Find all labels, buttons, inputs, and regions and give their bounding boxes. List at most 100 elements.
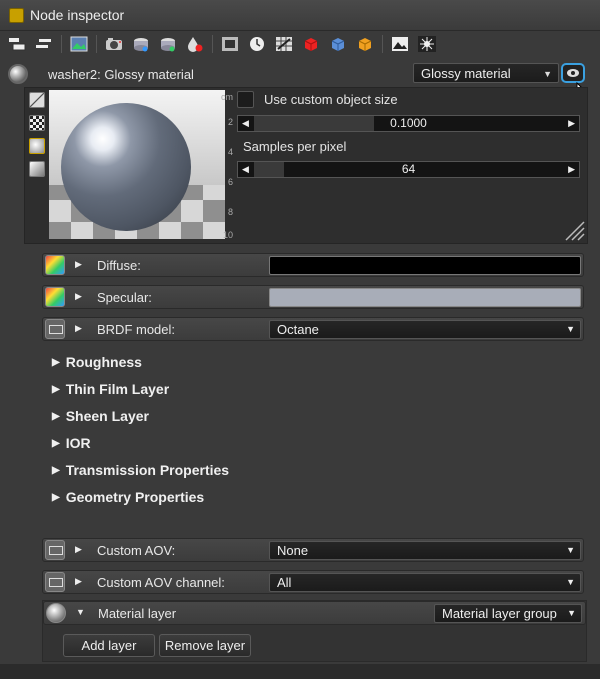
camera-icon[interactable] xyxy=(104,34,124,54)
paint-drop-icon[interactable] xyxy=(185,34,205,54)
specular-color-swatch[interactable] xyxy=(269,288,581,307)
expand-triangle-icon[interactable]: ▶ xyxy=(75,544,82,555)
brdf-label: BRDF model: xyxy=(97,322,176,337)
brdf-row: ▶ BRDF model: Octane ▼ xyxy=(42,317,584,341)
increment-arrow-icon[interactable]: ▶ xyxy=(568,162,575,177)
material-preview-image xyxy=(49,90,225,239)
diffuse-color-swatch[interactable] xyxy=(269,256,581,275)
increment-arrow-icon[interactable]: ▶ xyxy=(568,116,575,131)
decrement-arrow-icon[interactable]: ◀ xyxy=(242,162,249,177)
section-sheen-layer[interactable]: ▶ Sheen Layer xyxy=(52,408,149,424)
diffuse-label: Diffuse: xyxy=(97,258,141,273)
custom-aov-channel-select[interactable]: All ▼ xyxy=(269,573,581,592)
section-ior[interactable]: ▶ IOR xyxy=(52,435,91,451)
ruler-tick: 4 xyxy=(227,147,233,157)
custom-aov-select[interactable]: None ▼ xyxy=(269,541,581,560)
blue-cube-icon[interactable] xyxy=(328,34,348,54)
resize-grip-icon[interactable] xyxy=(563,219,585,241)
expand-triangle-icon: ▶ xyxy=(52,410,60,422)
ruler-tick: 10 xyxy=(222,230,233,240)
window-bottom-edge xyxy=(0,664,600,679)
checker-shape-icon[interactable] xyxy=(29,115,45,131)
section-transmission-properties[interactable]: ▶ Transmission Properties xyxy=(52,462,229,478)
custom-aov-channel-label: Custom AOV channel: xyxy=(97,575,225,590)
toolbar-divider xyxy=(382,35,383,53)
custom-aov-channel-value: All xyxy=(277,575,292,590)
remove-layer-button[interactable]: Remove layer xyxy=(159,634,251,657)
samples-label: Samples per pixel xyxy=(243,139,347,154)
custom-aov-value: None xyxy=(277,543,309,558)
section-thin-film-layer[interactable]: ▶ Thin Film Layer xyxy=(52,381,169,397)
frame-icon[interactable] xyxy=(220,34,240,54)
eye-icon xyxy=(567,69,579,77)
custom-size-checkbox[interactable] xyxy=(237,91,254,108)
expand-triangle-icon: ▶ xyxy=(52,437,60,449)
material-layer-label: Material layer xyxy=(98,606,177,621)
samples-slider[interactable]: ◀ 64 ▶ xyxy=(237,161,580,178)
expand-triangle-icon[interactable]: ▶ xyxy=(75,576,82,587)
clock-icon[interactable] xyxy=(247,34,267,54)
toolbar-divider xyxy=(96,35,97,53)
section-geometry-properties[interactable]: ▶ Geometry Properties xyxy=(52,489,204,505)
decrement-arrow-icon[interactable]: ◀ xyxy=(242,116,249,131)
picture-icon[interactable] xyxy=(390,34,410,54)
texture-pin-icon[interactable] xyxy=(45,255,65,275)
add-layer-button[interactable]: Add layer xyxy=(63,634,155,657)
ruler-tick: 2 xyxy=(227,117,233,127)
collapse-icon[interactable] xyxy=(7,34,27,54)
enum-pin-icon[interactable] xyxy=(45,319,65,339)
sparkle-icon[interactable] xyxy=(417,34,437,54)
material-ball-icon[interactable] xyxy=(8,64,28,84)
node-title: washer2: Glossy material xyxy=(48,66,194,82)
plane-shape-icon[interactable] xyxy=(29,92,45,108)
expand-icon[interactable] xyxy=(34,34,54,54)
grid-icon[interactable] xyxy=(274,34,294,54)
brdf-select[interactable]: Octane ▼ xyxy=(269,320,581,339)
material-layer-row: ▼ Material layer Material layer group ▼ xyxy=(43,601,586,625)
custom-size-slider[interactable]: ◀ 0.1000 ▶ xyxy=(237,115,580,132)
material-type-select[interactable]: Glossy material ▼ xyxy=(413,63,559,83)
disc-stack-icon[interactable] xyxy=(131,34,151,54)
enum-pin-icon[interactable] xyxy=(45,572,65,592)
expand-triangle-icon[interactable]: ▶ xyxy=(75,259,82,270)
toolbar-divider xyxy=(61,35,62,53)
enum-pin-icon[interactable] xyxy=(45,540,65,560)
window-titlebar: Node inspector xyxy=(0,0,600,31)
diffuse-row: ▶ Diffuse: xyxy=(42,253,584,277)
node-inspector-icon xyxy=(9,7,24,23)
orange-cube-icon[interactable] xyxy=(355,34,375,54)
expand-triangle-icon: ▶ xyxy=(52,383,60,395)
expand-triangle-icon: ▶ xyxy=(52,491,60,503)
expand-triangle-icon[interactable]: ▶ xyxy=(75,323,82,334)
size-ruler: cm 2 4 6 8 10 xyxy=(215,90,233,240)
expand-triangle-icon[interactable]: ▶ xyxy=(75,291,82,302)
section-label: Geometry Properties xyxy=(65,489,205,505)
expand-triangle-icon: ▶ xyxy=(52,356,60,368)
chevron-down-icon: ▼ xyxy=(566,324,575,334)
material-preview-panel: cm 2 4 6 8 10 Use custom object size ◀ 0… xyxy=(24,87,588,244)
custom-size-row: Use custom object size xyxy=(237,91,398,108)
material-layer-pin-icon[interactable] xyxy=(46,603,66,623)
red-cube-icon[interactable] xyxy=(301,34,321,54)
section-label: Roughness xyxy=(65,354,142,370)
expand-triangle-icon: ▶ xyxy=(52,464,60,476)
disc-stack-alt-icon[interactable] xyxy=(158,34,178,54)
material-layer-select[interactable]: Material layer group ▼ xyxy=(434,604,582,623)
collapse-triangle-icon[interactable]: ▼ xyxy=(76,607,85,617)
section-roughness[interactable]: ▶ Roughness xyxy=(52,354,142,370)
preview-sphere xyxy=(61,103,191,231)
samples-value: 64 xyxy=(401,162,416,176)
toolbar xyxy=(0,31,600,57)
texture-pin-icon[interactable] xyxy=(45,287,65,307)
custom-size-label: Use custom object size xyxy=(264,92,398,107)
preview-shape-icons xyxy=(29,92,45,184)
ruler-tick: 8 xyxy=(227,207,233,217)
sphere-shape-icon[interactable] xyxy=(29,138,45,154)
material-layer-select-value: Material layer group xyxy=(442,606,557,621)
image-icon[interactable] xyxy=(69,34,89,54)
chevron-down-icon: ▼ xyxy=(543,69,552,79)
preview-toggle-button[interactable] xyxy=(561,63,585,83)
material-layer-panel: ▼ Material layer Material layer group ▼ … xyxy=(42,600,587,662)
specular-label: Specular: xyxy=(97,290,152,305)
cube-shape-icon[interactable] xyxy=(29,161,45,177)
